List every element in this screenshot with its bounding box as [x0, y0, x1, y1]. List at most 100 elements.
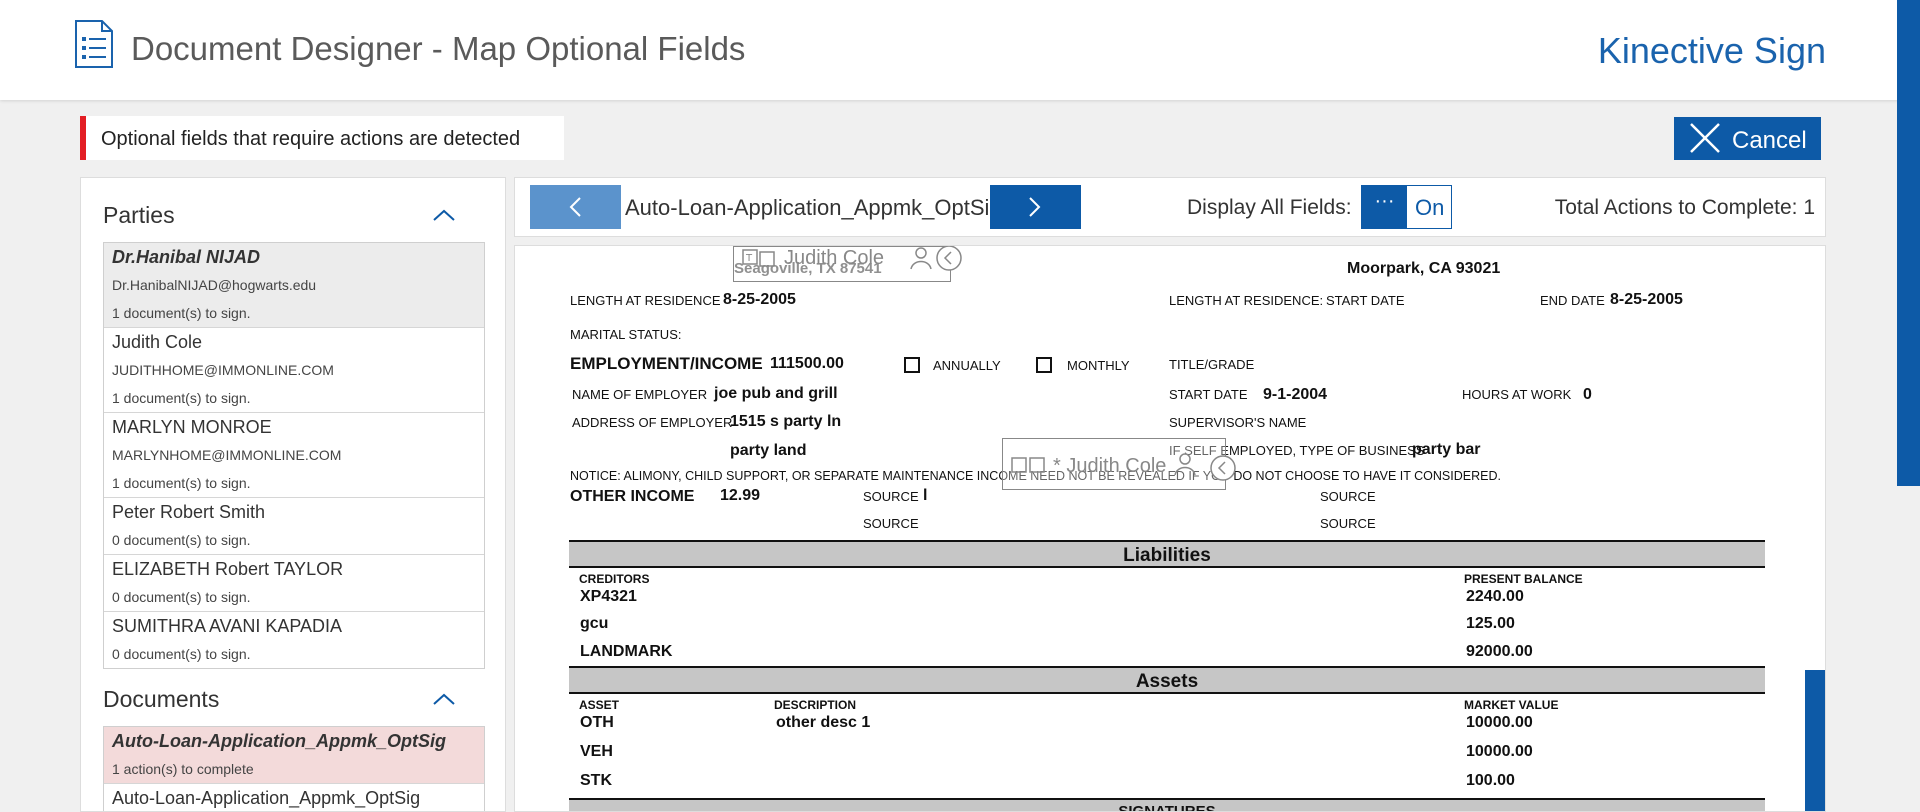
document-toolbar: Auto-Loan-Application_Appmk_OptSig Displ… — [514, 177, 1826, 237]
asset-description: other desc 1 — [776, 714, 871, 731]
annually-checkbox[interactable] — [904, 357, 920, 373]
source-label: SOURCE — [1320, 489, 1376, 504]
party-email: JUDITHHOME@IMMONLINE.COM — [112, 362, 334, 378]
document-item[interactable]: Auto-Loan-Application_Appmk_OptSig — [104, 784, 484, 811]
party-name: ELIZABETH Robert TAYLOR — [112, 559, 344, 579]
end-date-label: END DATE — [1540, 293, 1605, 308]
source-label: SOURCE — [1320, 516, 1376, 531]
source-label: SOURCE — [863, 489, 919, 504]
chevron-left-icon — [569, 197, 581, 217]
alert-message: Optional fields that require actions are… — [80, 116, 564, 160]
asset-value: 10000.00 — [1466, 714, 1533, 731]
length-at-residence-value: 8-25-2005 — [723, 291, 796, 308]
cancel-button[interactable]: Cancel — [1674, 117, 1821, 160]
close-icon — [1690, 123, 1720, 153]
text-field-icon — [1011, 457, 1045, 473]
asset-type: OTH — [580, 714, 614, 731]
party-item[interactable]: Judith Cole JUDITHHOME@IMMONLINE.COM 1 d… — [104, 328, 484, 413]
document-list-icon — [75, 20, 113, 68]
required-field-judith-cole[interactable]: * Judith Cole — [1002, 438, 1226, 490]
monthly-checkbox[interactable] — [1036, 357, 1052, 373]
monthly-label: MONTHLY — [1067, 358, 1130, 373]
toggle-state: On — [1415, 195, 1445, 220]
document-name: Auto-Loan-Application_Appmk_OptSig — [112, 788, 421, 808]
creditor-name: XP4321 — [580, 588, 637, 605]
documents-list: Auto-Loan-Application_Appmk_OptSig 1 act… — [103, 726, 485, 811]
person-icon — [1174, 453, 1196, 475]
page-scrollbar-thumb[interactable] — [1897, 0, 1920, 486]
party-email: MARLYNHOME@IMMONLINE.COM — [112, 447, 342, 463]
start-date-2-value: 9-1-2004 — [1263, 386, 1328, 403]
chevron-left-circle-icon[interactable] — [1209, 454, 1237, 482]
current-document-name: Auto-Loan-Application_Appmk_OptSig — [625, 195, 1002, 220]
employment-income-label: EMPLOYMENT/INCOME — [570, 354, 763, 373]
next-document-button[interactable] — [990, 185, 1081, 229]
creditor-balance: 125.00 — [1466, 615, 1515, 632]
annually-label: ANNUALLY — [933, 358, 1001, 373]
self-employed-value: party bar — [1412, 441, 1481, 458]
asset-type: STK — [580, 772, 612, 789]
display-all-fields-toggle[interactable]: ··· On — [1361, 185, 1452, 229]
employer-address-line1: 1515 s party ln — [730, 413, 842, 430]
description-label: DESCRIPTION — [774, 698, 857, 712]
party-item[interactable]: SUMITHRA AVANI KAPADIA 0 document(s) to … — [104, 612, 484, 668]
party-doc-count: 0 document(s) to sign. — [112, 532, 251, 548]
chevron-right-icon — [1029, 197, 1041, 217]
hours-at-work-value: 0 — [1583, 386, 1592, 403]
display-all-fields-label: Display All Fields: — [1187, 196, 1352, 219]
party-doc-count: 1 document(s) to sign. — [112, 390, 251, 406]
employer-address-line2: party land — [730, 442, 807, 459]
text-field-icon: T — [742, 249, 775, 267]
party-name: Judith Cole — [112, 332, 203, 352]
document-item[interactable]: Auto-Loan-Application_Appmk_OptSig 1 act… — [104, 727, 484, 784]
total-actions-label: Total Actions to Complete: 1 — [1554, 196, 1815, 219]
party-item[interactable]: Peter Robert Smith 0 document(s) to sign… — [104, 498, 484, 555]
chevron-up-icon[interactable] — [432, 692, 456, 706]
party-doc-count: 0 document(s) to sign. — [112, 589, 251, 605]
previous-address-city: Moorpark, CA 93021 — [1347, 260, 1501, 277]
page-scrollbar[interactable] — [1897, 0, 1920, 812]
app-header: Document Designer - Map Optional Fields … — [0, 0, 1920, 100]
asset-value: 100.00 — [1466, 772, 1515, 789]
chevron-up-icon[interactable] — [432, 208, 456, 222]
party-name: Peter Robert Smith — [112, 502, 266, 522]
party-doc-count: 1 document(s) to sign. — [112, 305, 251, 321]
left-panel: Parties Dr.Hanibal NIJAD Dr.HanibalNIJAD… — [80, 177, 506, 812]
marital-status-label: MARITAL STATUS: — [570, 327, 682, 342]
party-name: MARLYN MONROE — [112, 417, 272, 437]
documents-heading: Documents — [103, 686, 220, 712]
end-date-value: 8-25-2005 — [1610, 291, 1683, 308]
parties-list: Dr.Hanibal NIJAD Dr.HanibalNIJAD@hogwart… — [103, 242, 485, 669]
source-label: SOURCE — [863, 516, 919, 531]
other-income-label: OTHER INCOME — [570, 488, 695, 505]
chevron-left-circle-icon[interactable] — [935, 246, 963, 274]
creditor-name: gcu — [580, 615, 609, 632]
document-viewer[interactable]: Moorpark, CA 93021 Seagoville, TX 87541 … — [514, 245, 1826, 812]
party-name: SUMITHRA AVANI KAPADIA — [112, 616, 343, 636]
signature-field-judith-cole[interactable]: T Judith Cole — [733, 246, 951, 282]
party-item[interactable]: ELIZABETH Robert TAYLOR 0 document(s) to… — [104, 555, 484, 612]
other-income-value: 12.99 — [720, 487, 761, 504]
toggle-knob: ··· — [1362, 186, 1407, 228]
supervisor-name-label: SUPERVISOR'S NAME — [1169, 415, 1307, 430]
creditor-balance: 2240.00 — [1466, 588, 1524, 605]
creditors-label: CREDITORS — [579, 572, 650, 586]
party-item[interactable]: Dr.Hanibal NIJAD Dr.HanibalNIJAD@hogwart… — [104, 243, 484, 328]
party-item[interactable]: MARLYN MONROE MARLYNHOME@IMMONLINE.COM 1… — [104, 413, 484, 498]
liabilities-header: Liabilities — [569, 540, 1765, 568]
employer-address-label: ADDRESS OF EMPLOYER — [572, 415, 733, 430]
hours-at-work-label: HOURS AT WORK — [1462, 387, 1572, 402]
document-scrollbar-thumb[interactable] — [1805, 670, 1825, 811]
present-balance-label: PRESENT BALANCE — [1464, 572, 1583, 586]
svg-text:T: T — [745, 253, 753, 264]
start-date-2-label: START DATE — [1169, 387, 1248, 402]
cancel-button-label: Cancel — [1732, 127, 1807, 154]
document-status: 1 action(s) to complete — [112, 761, 254, 777]
length-at-residence-2-label: LENGTH AT RESIDENCE: — [1169, 293, 1324, 308]
asset-value: 10000.00 — [1466, 743, 1533, 760]
document-name: Auto-Loan-Application_Appmk_OptSig — [112, 731, 446, 751]
field-assignee-name: Judith Cole — [784, 247, 885, 269]
employment-income-value: 111500.00 — [770, 355, 844, 372]
previous-document-button[interactable] — [530, 185, 621, 229]
party-name: Dr.Hanibal NIJAD — [112, 247, 261, 267]
